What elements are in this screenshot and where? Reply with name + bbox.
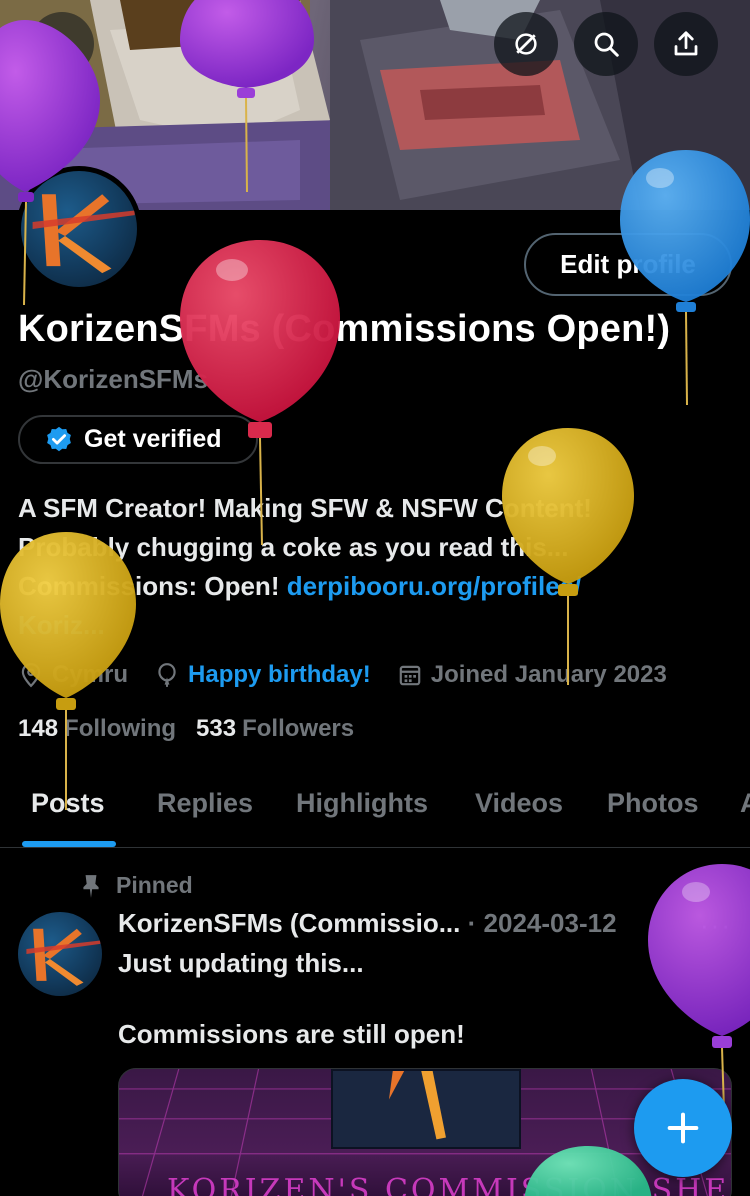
grok-icon — [515, 33, 537, 55]
post-header: KorizenSFMs (Commissio... · 2024-03-12 — [118, 908, 617, 939]
media-logo — [388, 1071, 446, 1140]
bio-line: Commissions: Open! derpibooru.org/profil… — [18, 567, 738, 606]
profile-avatar[interactable] — [16, 166, 142, 292]
pinned-indicator: Pinned — [80, 872, 193, 899]
media-title: KORIZEN'S COMMISSION SHEET — [167, 1173, 732, 1196]
share-button[interactable] — [654, 12, 718, 76]
profile-meta: Cymru Happy birthday! Joined January 202… — [18, 655, 693, 695]
search-button[interactable] — [574, 12, 638, 76]
profile-bio: A SFM Creator! Making SFW & NSFW Content… — [18, 489, 738, 645]
joined-text: Joined January 2023 — [430, 661, 667, 688]
balloon-icon — [158, 663, 176, 687]
bio-line: A SFM Creator! Making SFW & NSFW Content… — [18, 493, 592, 523]
follow-stats: 148 Following 533 Followers — [18, 715, 374, 743]
post-text-line: Just updating this... — [118, 948, 364, 978]
verified-badge-icon — [47, 426, 71, 451]
following-count: 148 — [18, 715, 59, 742]
tab-videos[interactable]: Videos — [475, 788, 563, 819]
post-date[interactable]: 2024-03-12 — [484, 908, 617, 938]
post-separator: · — [467, 908, 477, 938]
following-label: Following — [64, 715, 177, 742]
profile-tabs: Posts Replies Highlights Videos Photos A — [0, 770, 750, 848]
avatar-logo — [32, 194, 135, 274]
compose-button[interactable] — [634, 1079, 732, 1177]
get-verified-button[interactable]: Get verified — [18, 415, 258, 464]
tab-replies[interactable]: Replies — [157, 788, 253, 819]
media-logo-box — [331, 1069, 521, 1149]
post-author-avatar[interactable] — [18, 912, 102, 996]
bio-link[interactable]: derpibooru.org/profiles/ — [287, 571, 582, 601]
location-text: Cymru — [52, 661, 129, 688]
back-button[interactable] — [30, 12, 94, 76]
joined-item: Joined January 2023 — [397, 661, 667, 689]
bio-link-continued[interactable]: Koriz... — [18, 606, 738, 645]
location-pin-icon — [21, 663, 41, 688]
calendar-icon — [399, 665, 421, 686]
birthday-item[interactable]: Happy birthday! — [154, 661, 371, 689]
tab-photos[interactable]: Photos — [607, 788, 699, 819]
followers-link[interactable]: 533 Followers — [196, 715, 354, 743]
pinned-label: Pinned — [116, 872, 193, 898]
active-tab-indicator — [22, 841, 116, 847]
bio-line: Probably chugging a coke as you read thi… — [18, 532, 569, 562]
get-verified-label: Get verified — [84, 425, 222, 453]
share-icon — [674, 31, 698, 56]
post-author-name[interactable]: KorizenSFMs (Commissio... — [118, 908, 460, 938]
search-icon — [594, 32, 619, 57]
post-more-icon[interactable]: ··· — [700, 910, 732, 941]
avatar-logo — [26, 928, 101, 986]
compose-plus-icon — [667, 1112, 699, 1144]
pin-icon — [83, 874, 99, 898]
birthday-text[interactable]: Happy birthday! — [188, 661, 371, 689]
followers-label: Followers — [242, 715, 355, 742]
location-item: Cymru — [18, 661, 128, 689]
grok-button[interactable] — [494, 12, 558, 76]
display-name: KorizenSFMs (Commissions Open!) — [18, 308, 671, 350]
following-link[interactable]: 148 Following — [18, 715, 176, 743]
followers-count: 533 — [196, 715, 237, 742]
tab-highlights[interactable]: Highlights — [296, 788, 428, 819]
user-handle: @KorizenSFMs — [18, 364, 209, 394]
tab-posts[interactable]: Posts — [31, 788, 105, 819]
post-text-line: Commissions are still open! — [118, 1019, 465, 1049]
edit-profile-button[interactable]: Edit profile — [524, 233, 732, 296]
bio-text: Commissions: Open! — [18, 571, 287, 601]
back-arrow-icon — [51, 34, 72, 54]
tab-articles[interactable]: A — [740, 788, 750, 819]
